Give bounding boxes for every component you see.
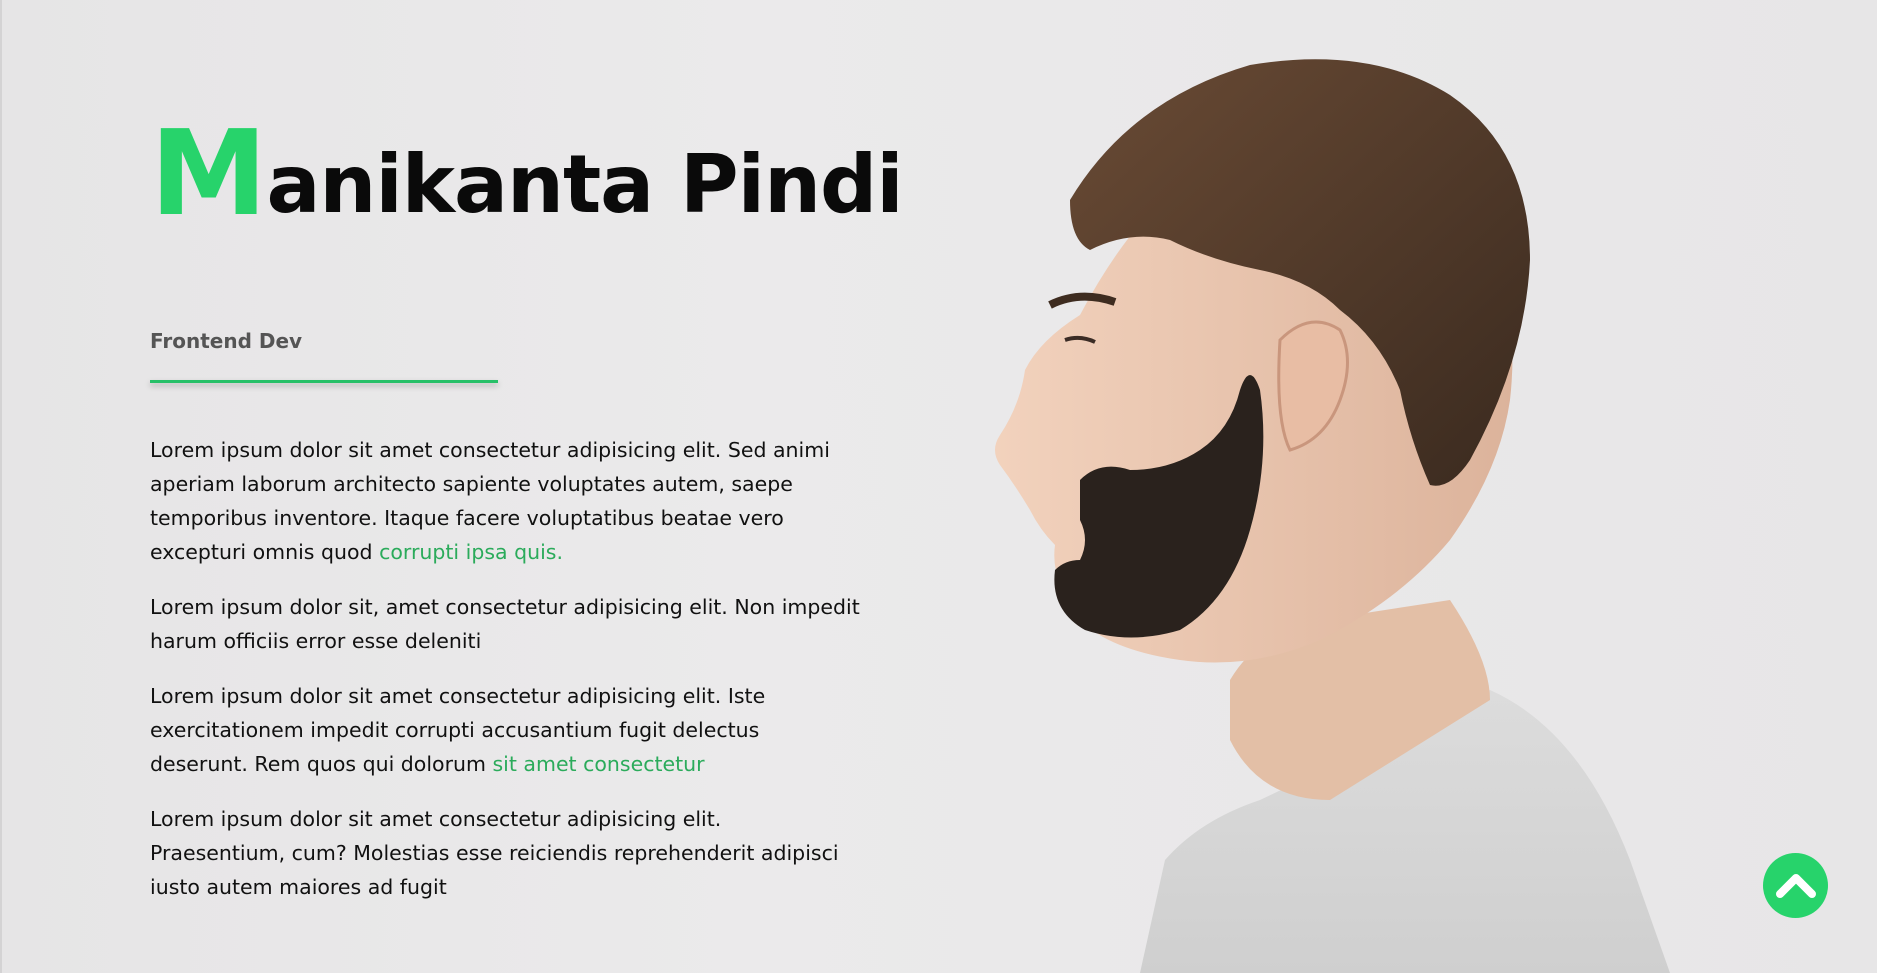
bio-paragraph-4: Lorem ipsum dolor sit amet consectetur a… bbox=[150, 802, 860, 904]
page-edge bbox=[0, 0, 2, 973]
bio-paragraph-2: Lorem ipsum dolor sit, amet consectetur … bbox=[150, 590, 860, 658]
bio-paragraph-3: Lorem ipsum dolor sit amet consectetur a… bbox=[150, 679, 860, 781]
name-initial: M bbox=[150, 104, 267, 242]
scroll-to-top-button[interactable] bbox=[1763, 853, 1828, 918]
role-subtitle: Frontend Dev bbox=[150, 329, 303, 353]
hero-section: Manikanta Pindi Frontend Dev Lorem ipsum… bbox=[0, 0, 1877, 973]
bio-text: Lorem ipsum dolor sit, amet consectetur … bbox=[150, 595, 860, 653]
bio-paragraph-1: Lorem ipsum dolor sit amet consectetur a… bbox=[150, 433, 860, 569]
bio-link[interactable]: corrupti ipsa quis. bbox=[379, 540, 563, 564]
name-rest: anikanta Pindi bbox=[266, 138, 903, 231]
bio-text: Lorem ipsum dolor sit amet consectetur a… bbox=[150, 807, 839, 899]
bio-link[interactable]: sit amet consectetur bbox=[492, 752, 704, 776]
chevron-up-icon bbox=[1775, 873, 1816, 898]
role-underline bbox=[150, 380, 498, 383]
profile-photo bbox=[995, 59, 1670, 973]
bio: Lorem ipsum dolor sit amet consectetur a… bbox=[150, 433, 860, 925]
page-title: Manikanta Pindi bbox=[150, 104, 904, 242]
